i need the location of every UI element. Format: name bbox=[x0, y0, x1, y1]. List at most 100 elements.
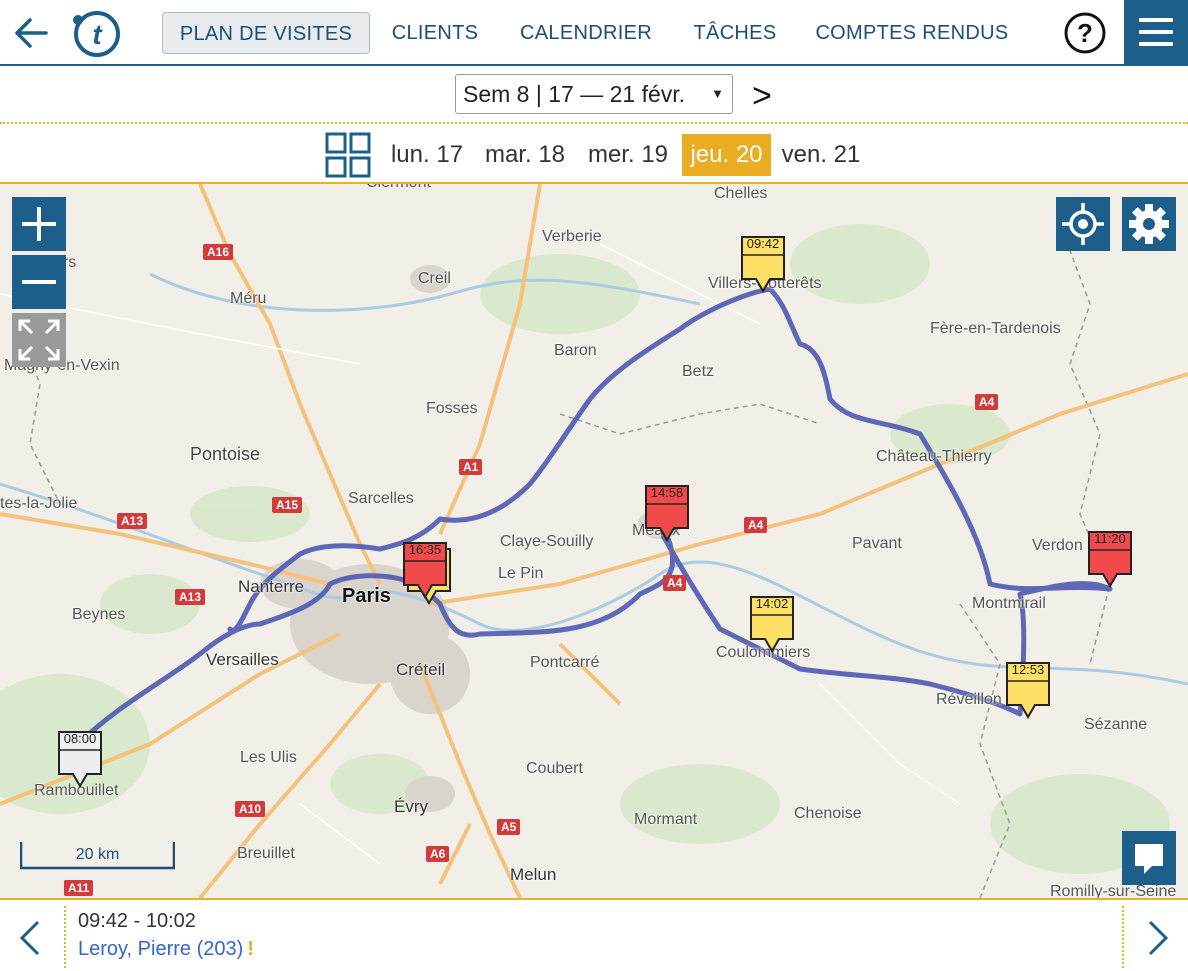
crosshair-icon bbox=[1062, 203, 1104, 245]
nav-tab-comptes-rendus[interactable]: COMPTES RENDUS bbox=[812, 12, 1012, 54]
map-label-verberie: Verberie bbox=[542, 228, 602, 245]
footer-divider bbox=[1122, 906, 1124, 968]
day-tab-mercredi[interactable]: mer. 19 bbox=[580, 134, 676, 176]
map-label-nanterre: Nanterre bbox=[238, 577, 305, 596]
next-week-button[interactable]: > bbox=[752, 76, 772, 116]
footer-divider bbox=[64, 906, 66, 968]
road-shield-a4: A4 bbox=[663, 575, 687, 591]
visit-marker[interactable]: 16:35 bbox=[402, 541, 448, 599]
map-scale-bar: 20 km bbox=[20, 842, 175, 870]
visit-detail-footer: 09:42 - 10:02 Leroy, Pierre (203)! bbox=[0, 898, 1188, 971]
nav-tab-plan-de-visites[interactable]: PLAN DE VISITES bbox=[162, 12, 370, 54]
visit-marker-time: 16:35 bbox=[408, 542, 442, 557]
minus-icon bbox=[22, 280, 56, 284]
week-grid-view-icon[interactable] bbox=[325, 132, 371, 178]
map-settings-button[interactable] bbox=[1122, 197, 1176, 251]
road-shield-a13: A13 bbox=[117, 513, 148, 529]
comment-button[interactable] bbox=[1122, 831, 1176, 885]
expand-icon bbox=[18, 319, 60, 361]
gear-icon bbox=[1129, 204, 1169, 244]
dropdown-caret-icon: ▼ bbox=[711, 86, 724, 101]
map-label-pavant: Pavant bbox=[852, 535, 902, 552]
map-label-clermont: Clermont bbox=[366, 184, 431, 192]
map-label-creil: Creil bbox=[418, 270, 451, 287]
route-map[interactable]: Clermont Chelles Verberie Gisors Creil M… bbox=[0, 184, 1188, 898]
day-tab-mardi[interactable]: mar. 18 bbox=[477, 134, 573, 176]
zoom-in-button[interactable] bbox=[12, 197, 66, 251]
warning-icon: ! bbox=[247, 938, 254, 960]
comment-icon bbox=[1135, 844, 1163, 874]
map-label-montmirail: Montmirail bbox=[972, 595, 1046, 612]
visit-client-name[interactable]: Leroy, Pierre (203) bbox=[78, 938, 243, 960]
locate-me-button[interactable] bbox=[1056, 197, 1110, 251]
visit-marker-time: 09:42 bbox=[746, 236, 780, 251]
start-marker-time: 08:00 bbox=[63, 731, 97, 746]
plus-icon bbox=[22, 207, 56, 241]
visit-marker[interactable]: 14:02 bbox=[749, 595, 795, 653]
map-label-chelles: Chelles bbox=[714, 185, 768, 202]
map-scale-label: 20 km bbox=[75, 846, 120, 863]
road-shield-a1: A1 bbox=[459, 459, 483, 475]
road-shield-a15: A15 bbox=[272, 497, 303, 513]
day-tab-jeudi[interactable]: jeu. 20 bbox=[682, 134, 771, 176]
map-label-melun: Melun bbox=[510, 865, 557, 884]
map-label-claye-souilly: Claye-Souilly bbox=[500, 533, 594, 550]
visit-marker-time: 14:02 bbox=[755, 596, 789, 611]
nav-tab-taches[interactable]: TÂCHES bbox=[688, 12, 782, 54]
week-select-value: Sem 8 | 17 — 21 févr. bbox=[463, 81, 686, 107]
visit-client-link[interactable]: Leroy, Pierre (203)! bbox=[78, 938, 254, 961]
visit-marker-time: 14:58 bbox=[650, 485, 684, 500]
app-logo-icon[interactable]: t bbox=[70, 8, 124, 60]
map-label-chateau-thierry: Château-Thierry bbox=[876, 448, 992, 465]
map-label-evry: Évry bbox=[394, 797, 428, 816]
road-shield-a13: A13 bbox=[175, 589, 206, 605]
map-label-pontoise: Pontoise bbox=[190, 444, 261, 464]
top-navigation-bar: t PLAN DE VISITES CLIENTS CALENDRIER TÂC… bbox=[0, 0, 1188, 66]
visit-marker[interactable]: 09:42 bbox=[740, 235, 786, 293]
nav-tab-calendrier[interactable]: CALENDRIER bbox=[515, 12, 657, 54]
road-shield-a4: A4 bbox=[975, 394, 999, 410]
map-label-meru: Méru bbox=[230, 290, 267, 307]
road-shield-a11: A11 bbox=[64, 880, 94, 896]
map-label-chenoise: Chenoise bbox=[794, 805, 862, 822]
visit-marker-time: 11:20 bbox=[1094, 531, 1126, 546]
map-label-verdon: Verdon bbox=[1032, 537, 1083, 554]
day-selector-row: lun. 17 mar. 18 mer. 19 jeu. 20 ven. 21 bbox=[0, 126, 1188, 184]
map-label-creteil: Créteil bbox=[396, 660, 446, 679]
visit-marker[interactable]: 11:20 bbox=[1087, 530, 1133, 588]
back-arrow-icon[interactable] bbox=[12, 13, 52, 53]
fit-bounds-button[interactable] bbox=[12, 313, 66, 367]
map-label-sezanne: Sézanne bbox=[1084, 716, 1148, 733]
visit-marker[interactable]: 12:53 bbox=[1005, 661, 1051, 719]
map-label-paris: Paris bbox=[342, 585, 391, 607]
map-label-le-pin: Le Pin bbox=[498, 565, 544, 582]
road-shield-a6: A6 bbox=[426, 846, 450, 862]
day-tab-vendredi[interactable]: ven. 21 bbox=[776, 134, 866, 176]
chevron-left-icon[interactable] bbox=[14, 918, 48, 958]
map-label-versailles: Versailles bbox=[206, 650, 279, 669]
map-label-mantes-la-jolie: tes-la-Jolie bbox=[0, 495, 78, 512]
visit-marker[interactable]: 14:58 bbox=[644, 484, 690, 542]
road-shield-a5: A5 bbox=[497, 819, 521, 835]
map-label-les-ulis: Les Ulis bbox=[240, 749, 297, 766]
week-select[interactable]: Sem 8 | 17 — 21 févr. ▼ bbox=[455, 74, 733, 114]
svg-text:?: ? bbox=[1077, 18, 1093, 48]
visit-time-range: 09:42 - 10:02 bbox=[78, 910, 196, 932]
map-label-beynes: Beynes bbox=[72, 606, 126, 623]
map-label-breuillet: Breuillet bbox=[237, 845, 295, 862]
help-icon[interactable]: ? bbox=[1064, 12, 1106, 54]
zoom-out-button[interactable] bbox=[12, 255, 66, 309]
svg-text:t: t bbox=[92, 19, 103, 50]
map-label-coubert: Coubert bbox=[526, 760, 583, 777]
road-shield-a4: A4 bbox=[744, 517, 768, 533]
start-marker[interactable]: 08:00 bbox=[57, 730, 103, 788]
road-shield-a10: A10 bbox=[235, 801, 266, 817]
map-label-sarcelles: Sarcelles bbox=[348, 490, 414, 507]
map-label-fere-en-tardenois: Fère-en-Tardenois bbox=[930, 320, 1061, 337]
day-tab-lundi[interactable]: lun. 17 bbox=[383, 134, 471, 176]
map-base-layer bbox=[0, 184, 1188, 898]
hamburger-menu-button[interactable] bbox=[1124, 0, 1188, 64]
nav-tab-clients[interactable]: CLIENTS bbox=[385, 12, 485, 54]
chevron-right-icon[interactable] bbox=[1140, 918, 1174, 958]
map-label-pontcarre: Pontcarré bbox=[530, 654, 600, 671]
